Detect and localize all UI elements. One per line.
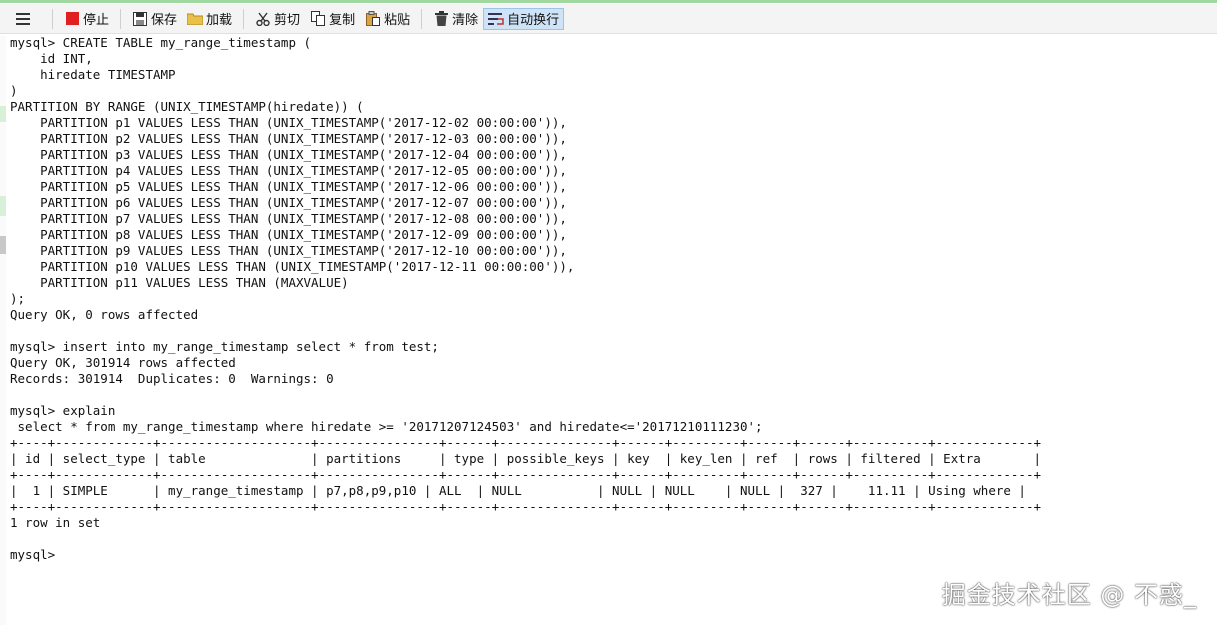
gutter-marker xyxy=(0,196,6,216)
paste-icon xyxy=(365,11,381,27)
top-accent-line xyxy=(0,0,1217,3)
gutter-marker xyxy=(0,236,6,254)
clear-button[interactable]: 清除 xyxy=(428,8,483,30)
stop-button[interactable]: 停止 xyxy=(59,8,114,30)
console-line: ); xyxy=(10,291,26,306)
paste-button[interactable]: 粘贴 xyxy=(360,8,415,30)
menu-icon xyxy=(15,11,31,27)
menu-button[interactable] xyxy=(0,6,46,32)
copy-icon xyxy=(310,11,326,27)
console-line: Query OK, 0 rows affected xyxy=(10,307,199,322)
clear-label: 清除 xyxy=(452,12,479,27)
console-line: mysql> CREATE TABLE my_range_timestamp ( xyxy=(10,35,312,50)
copy-label: 复制 xyxy=(329,12,356,27)
table-border: +----+-------------+--------------------… xyxy=(10,499,1042,514)
console-line: mysql> insert into my_range_timestamp se… xyxy=(10,339,439,354)
copy-button[interactable]: 复制 xyxy=(305,8,360,30)
clear-icon xyxy=(433,11,449,27)
table-border: +----+-------------+--------------------… xyxy=(10,467,1042,482)
console-line: PARTITION p11 VALUES LESS THAN (MAXVALUE… xyxy=(10,275,349,290)
paste-label: 粘贴 xyxy=(384,12,411,27)
console-line: 1 row in set xyxy=(10,515,101,530)
console-output[interactable]: mysql> CREATE TABLE my_range_timestamp (… xyxy=(10,35,1210,625)
wrap-icon xyxy=(488,11,504,27)
toolbar-separator xyxy=(120,8,122,29)
console-line: PARTITION p6 VALUES LESS THAN (UNIX_TIME… xyxy=(10,195,567,210)
toolbar-separator xyxy=(421,8,423,29)
console-line: select * from my_range_timestamp where h… xyxy=(10,419,763,434)
console-line: id INT, xyxy=(10,51,93,66)
console-line: hiredate TIMESTAMP xyxy=(10,67,176,82)
watermark: 掘金技术社区 @ 不惑_ xyxy=(941,581,1197,609)
table-row: | 1 | SIMPLE | my_range_timestamp | p7,p… xyxy=(10,483,1026,498)
save-label: 保存 xyxy=(151,12,178,27)
table-header-row: | id | select_type | table | partitions … xyxy=(10,451,1042,466)
console-line: PARTITION BY RANGE (UNIX_TIMESTAMP(hired… xyxy=(10,99,364,114)
console-line: PARTITION p4 VALUES LESS THAN (UNIX_TIME… xyxy=(10,163,567,178)
console-line: PARTITION p1 VALUES LESS THAN (UNIX_TIME… xyxy=(10,115,567,130)
console-line: PARTITION p7 VALUES LESS THAN (UNIX_TIME… xyxy=(10,211,567,226)
toolbar-separator xyxy=(243,8,245,29)
toolbar: 停止 保存 加载 剪切 复制 粘贴 清除 自动换行 xyxy=(0,4,1217,34)
console-line: PARTITION p8 VALUES LESS THAN (UNIX_TIME… xyxy=(10,227,567,242)
cut-label: 剪切 xyxy=(274,12,301,27)
console-line: PARTITION p9 VALUES LESS THAN (UNIX_TIME… xyxy=(10,243,567,258)
console-line: mysql> explain xyxy=(10,403,116,418)
console-line: Query OK, 301914 rows affected xyxy=(10,355,236,370)
prompt-line: mysql> xyxy=(10,547,56,562)
word-wrap-button[interactable]: 自动换行 xyxy=(483,7,565,30)
console-line: PARTITION p2 VALUES LESS THAN (UNIX_TIME… xyxy=(10,131,567,146)
load-button[interactable]: 加载 xyxy=(182,8,237,30)
console-line: ) xyxy=(10,83,18,98)
wrap-label: 自动换行 xyxy=(507,12,560,27)
console-line: Records: 301914 Duplicates: 0 Warnings: … xyxy=(10,371,334,386)
console-line: PARTITION p3 VALUES LESS THAN (UNIX_TIME… xyxy=(10,147,567,162)
save-button[interactable]: 保存 xyxy=(127,8,182,30)
save-icon xyxy=(132,11,148,27)
toolbar-separator xyxy=(52,8,53,29)
console-line: PARTITION p10 VALUES LESS THAN (UNIX_TIM… xyxy=(10,259,575,274)
stop-icon xyxy=(64,11,80,27)
stop-label: 停止 xyxy=(83,12,110,27)
cut-icon xyxy=(255,11,271,27)
load-label: 加载 xyxy=(206,12,233,27)
gutter-marker xyxy=(0,106,6,122)
load-icon xyxy=(187,11,204,27)
cut-button[interactable]: 剪切 xyxy=(250,8,305,30)
console-line: PARTITION p5 VALUES LESS THAN (UNIX_TIME… xyxy=(10,179,567,194)
left-gutter xyxy=(0,36,6,625)
table-border: +----+-------------+--------------------… xyxy=(10,435,1042,450)
